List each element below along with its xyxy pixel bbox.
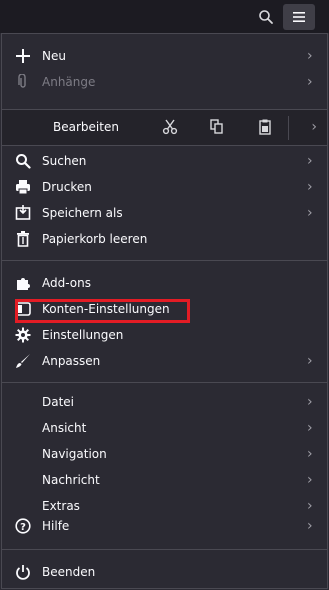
- menu-item-search[interactable]: Suchen ›: [2, 148, 327, 174]
- menu-item-label: Hilfe: [42, 519, 70, 533]
- chevron-right-icon: ›: [307, 179, 313, 195]
- menu-item-label: Anpassen: [42, 354, 101, 368]
- chevron-right-icon: ›: [307, 498, 313, 514]
- menu-item-label: Neu: [42, 49, 66, 63]
- menu-item-label: Beenden: [42, 565, 96, 579]
- menu-item-print[interactable]: Drucken ›: [2, 174, 327, 200]
- menu-item-label: Anhänge: [42, 75, 96, 89]
- menu-item-label: Speichern als: [42, 206, 123, 220]
- copy-icon[interactable]: [208, 118, 226, 136]
- menu-item-file[interactable]: Datei ›: [2, 389, 327, 415]
- help-icon: ?: [14, 517, 32, 535]
- menu-item-view[interactable]: Ansicht ›: [2, 415, 327, 441]
- divider: [2, 260, 327, 261]
- save-icon: [14, 204, 32, 222]
- printer-icon: [14, 178, 32, 196]
- chevron-right-icon: ›: [307, 394, 313, 410]
- plus-icon: [14, 47, 32, 65]
- gear-icon: [14, 326, 32, 344]
- chevron-right-icon[interactable]: ›: [311, 119, 317, 135]
- toolbar: [0, 0, 329, 33]
- edit-row: Bearbeiten ›: [2, 110, 327, 145]
- power-icon: [14, 563, 32, 581]
- cut-icon[interactable]: [161, 118, 179, 136]
- menu-item-label: Add-ons: [42, 276, 91, 290]
- chevron-right-icon: ›: [307, 420, 313, 436]
- menu-item-label: Datei: [42, 395, 75, 409]
- edit-label: Bearbeiten: [53, 120, 119, 134]
- chevron-right-icon: ›: [307, 205, 313, 221]
- menu-item-new[interactable]: Neu ›: [2, 43, 327, 69]
- menu-item-customize[interactable]: Anpassen ›: [2, 348, 327, 374]
- menu-item-navigation[interactable]: Navigation ›: [2, 441, 327, 467]
- chevron-right-icon: ›: [307, 153, 313, 169]
- menu-item-label: Nachricht: [42, 473, 100, 487]
- paste-icon[interactable]: [256, 118, 274, 136]
- chevron-right-icon: ›: [307, 353, 313, 369]
- menu-item-label: Einstellungen: [42, 328, 124, 342]
- menu-item-settings[interactable]: Einstellungen: [2, 322, 327, 348]
- menu-item-label: Ansicht: [42, 421, 87, 435]
- divider: [2, 145, 327, 146]
- menu-item-label: Navigation: [42, 447, 107, 461]
- menu-item-attachments: Anhänge ›: [2, 69, 327, 95]
- menu-item-addons[interactable]: Add-ons: [2, 270, 327, 296]
- divider: [2, 549, 327, 550]
- divider: [2, 382, 327, 383]
- app-menu: Neu › Anhänge › Bearbeiten › Suchen › Dr…: [1, 33, 328, 589]
- menu-item-label: Extras: [42, 499, 80, 513]
- search-icon[interactable]: [252, 5, 280, 29]
- chevron-right-icon: ›: [307, 472, 313, 488]
- svg-text:?: ?: [20, 522, 26, 533]
- menu-item-label: Drucken: [42, 180, 92, 194]
- divider: [288, 116, 289, 140]
- menu-item-label: Suchen: [42, 154, 87, 168]
- chevron-right-icon: ›: [307, 518, 313, 534]
- menu-item-save-as[interactable]: Speichern als ›: [2, 200, 327, 226]
- puzzle-icon: [14, 274, 32, 292]
- menu-item-label: Papierkorb leeren: [42, 232, 148, 246]
- highlight-box: [15, 299, 190, 323]
- chevron-right-icon: ›: [307, 446, 313, 462]
- chevron-right-icon: ›: [307, 74, 313, 90]
- trash-icon: [14, 230, 32, 248]
- menu-item-quit[interactable]: Beenden: [2, 559, 327, 585]
- paperclip-icon: [14, 73, 32, 91]
- brush-icon: [14, 352, 32, 370]
- hamburger-icon[interactable]: [283, 4, 315, 30]
- chevron-right-icon: ›: [307, 48, 313, 64]
- menu-item-empty-trash[interactable]: Papierkorb leeren: [2, 226, 327, 252]
- menu-item-message[interactable]: Nachricht ›: [2, 467, 327, 493]
- search-icon: [14, 152, 32, 170]
- menu-item-help[interactable]: ? Hilfe ›: [2, 513, 327, 539]
